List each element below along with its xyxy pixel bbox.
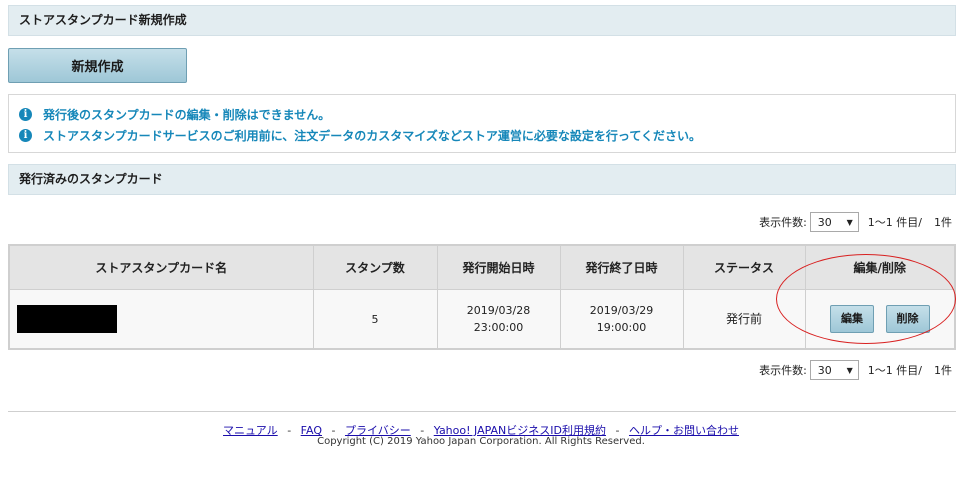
per-page-label: 表示件数: (759, 216, 807, 229)
copyright: Copyright (C) 2019 Yahoo Japan Corporati… (317, 436, 645, 447)
column-header-status: ステータス (682, 244, 806, 290)
column-header-end: 発行終了日時 (559, 244, 684, 290)
per-page-value: 30 (817, 215, 832, 229)
dropdown-arrow-icon: ▼ (846, 365, 853, 375)
result-range: 1〜1 件目/ (867, 216, 922, 229)
per-page-value: 30 (817, 363, 832, 377)
end-date: 2019/03/29 (589, 304, 654, 317)
section-title: 発行済みのスタンプカード (19, 172, 163, 186)
new-stampcard-section-header: ストアスタンプカード新規作成 (8, 5, 956, 36)
info-icon: i (19, 108, 32, 121)
column-header-name: ストアスタンプカード名 (8, 244, 314, 290)
result-total: 1件 (934, 216, 952, 229)
end-time: 19:00:00 (596, 321, 647, 334)
cell-stamps: 5 (312, 289, 438, 350)
start-time: 23:00:00 (473, 321, 524, 334)
notice-text: ストアスタンプカードサービスのご利用前に、注文データのカスタマイズなどストア運営… (43, 129, 701, 143)
column-header-actions: 編集/削除 (804, 244, 956, 290)
issued-stampcards-section-header: 発行済みのスタンプカード (8, 164, 956, 195)
edit-button[interactable]: 編集 (830, 305, 874, 333)
cell-start: 2019/03/28 23:00:00 (436, 289, 561, 350)
redacted-name (17, 305, 117, 333)
dropdown-arrow-icon: ▼ (846, 217, 853, 227)
table-header-row: ストアスタンプカード名 スタンプ数 発行開始日時 発行終了日時 ステータス 編集… (8, 244, 956, 290)
per-page-select[interactable]: 30 ▼ (809, 360, 859, 380)
info-icon: i (19, 129, 32, 142)
delete-button[interactable]: 削除 (885, 305, 930, 333)
cell-name (8, 289, 314, 350)
notice-item: i ストアスタンプカードサービスのご利用前に、注文データのカスタマイズなどストア… (19, 125, 955, 146)
cell-status: 発行前 (682, 289, 806, 350)
stampcard-table: ストアスタンプカード名 スタンプ数 発行開始日時 発行終了日時 ステータス 編集… (8, 244, 956, 350)
footer-divider (8, 411, 956, 412)
notice-box: i 発行後のスタンプカードの編集・削除はできません。 i ストアスタンプカードサ… (8, 94, 956, 153)
result-range: 1〜1 件目/ (867, 364, 922, 377)
table-row: 5 2019/03/28 23:00:00 2019/03/29 19:00:0… (8, 289, 956, 350)
per-page-label: 表示件数: (759, 364, 807, 377)
cell-end: 2019/03/29 19:00:00 (559, 289, 684, 350)
column-header-start: 発行開始日時 (436, 244, 561, 290)
pager-top: 表示件数: 30 ▼ 1〜1 件目/ 1件 (759, 212, 952, 232)
per-page-select[interactable]: 30 ▼ (809, 212, 859, 232)
notice-item: i 発行後のスタンプカードの編集・削除はできません。 (19, 104, 955, 125)
notice-text: 発行後のスタンプカードの編集・削除はできません。 (43, 108, 331, 122)
create-new-button[interactable]: 新規作成 (8, 48, 187, 83)
result-total: 1件 (934, 364, 952, 377)
column-header-stamps: スタンプ数 (312, 244, 438, 290)
cell-actions: 編集 削除 (804, 289, 956, 350)
section-title: ストアスタンプカード新規作成 (19, 13, 187, 27)
start-date: 2019/03/28 (466, 304, 531, 317)
pager-bottom: 表示件数: 30 ▼ 1〜1 件目/ 1件 (759, 360, 952, 380)
